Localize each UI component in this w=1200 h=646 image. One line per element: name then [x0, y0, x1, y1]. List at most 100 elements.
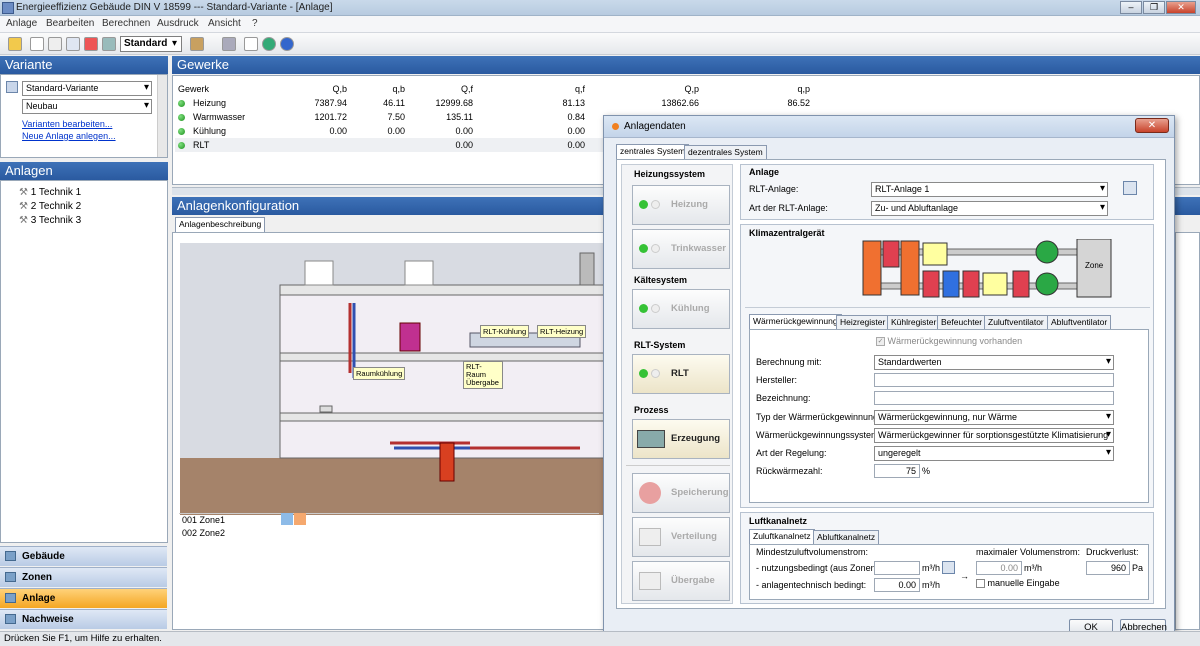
preview-icon[interactable] — [244, 37, 258, 51]
tree-item[interactable]: ⚒ 3 Technik 3 — [19, 215, 81, 226]
label-rlt-kuehlung[interactable]: RLT-Kühlung — [480, 325, 530, 338]
bezeichnung-field[interactable] — [874, 391, 1114, 405]
menu-ansicht[interactable]: Ansicht — [208, 18, 241, 29]
hersteller-field[interactable] — [874, 373, 1114, 387]
tab-dezentrales-system[interactable]: dezentrales System — [684, 145, 767, 159]
zone-row[interactable]: 002 Zone2 — [179, 527, 599, 539]
bezeichnung-label: Bezeichnung: — [756, 393, 811, 403]
heizung-button[interactable]: Heizung — [632, 185, 730, 225]
tree-item[interactable]: ⚒ 2 Technik 2 — [19, 201, 81, 212]
chevron-down-icon[interactable]: ▾ — [172, 38, 177, 49]
tab-befeuchter[interactable]: Befeuchter — [937, 315, 987, 329]
close-icon[interactable]: ✕ — [1135, 118, 1169, 133]
trinkwasser-button[interactable]: Trinkwasser — [632, 229, 730, 269]
speicherung-button[interactable]: Speicherung — [632, 473, 730, 513]
properties-icon[interactable] — [102, 37, 116, 51]
settings-icon[interactable] — [190, 37, 204, 51]
gebaeudetyp-select[interactable]: Neubau — [22, 99, 152, 114]
paste-icon[interactable] — [66, 37, 80, 51]
variante-select[interactable]: Standard-Variante — [22, 81, 152, 96]
tab-kuehlregister[interactable]: Kühlregister — [887, 315, 941, 329]
nav-nachweise[interactable]: Nachweise — [0, 609, 167, 629]
tab-zentrales-system[interactable]: zentrales System — [616, 144, 690, 159]
label-rlt-heizung[interactable]: RLT-Heizung — [537, 325, 587, 338]
copy-icon[interactable] — [48, 37, 62, 51]
rueck-field[interactable]: 75 — [874, 464, 920, 478]
neue-anlage-link[interactable]: Neue Anlage anlegen... — [22, 131, 116, 141]
typ-select[interactable]: Wärmerückgewinnung, nur Wärme — [874, 410, 1114, 425]
erzeugung-button[interactable]: Erzeugung — [632, 419, 730, 459]
art-select[interactable]: Zu- und Abluftanlage — [871, 201, 1108, 216]
table-row[interactable]: Heizung 7387.94 46.11 12999.68 81.13 13862.6… — [175, 96, 813, 110]
print-icon[interactable] — [222, 37, 236, 51]
tab-abluftkanalnetz[interactable]: Abluftkanalnetz — [813, 530, 880, 544]
zones-icon — [5, 572, 16, 582]
rlt-anlage-select[interactable]: RLT-Anlage 1 — [871, 182, 1108, 197]
max-field[interactable]: 0.00 — [976, 561, 1022, 575]
uebergabe-button[interactable]: Übergabe — [632, 561, 730, 601]
minimize-icon[interactable]: – — [1120, 1, 1142, 14]
globe-icon[interactable] — [262, 37, 276, 51]
tab-zuluftventilator[interactable]: Zuluftventilator — [984, 315, 1048, 329]
window-title: Energieeffizienz Gebäude DIN V 18599 ---… — [16, 2, 333, 13]
rueck-label: Rückwärmezahl: — [756, 466, 823, 476]
zone-row[interactable]: 001 Zone1 — [179, 513, 599, 525]
manuell-checkbox[interactable]: manuelle Eingabe — [976, 578, 1060, 589]
scrollbar[interactable] — [157, 75, 167, 157]
anl-label: - anlagentechnisch bedingt: — [756, 580, 867, 590]
tab-anlagenbeschreibung[interactable]: Anlagenbeschreibung — [175, 217, 266, 232]
label-raumkuehlung[interactable]: Raumkühlung — [353, 367, 406, 380]
dialog-title: Anlagendaten — [624, 121, 686, 132]
tree-item[interactable]: ⚒ 1 Technik 1 — [19, 187, 81, 198]
delete-icon[interactable] — [84, 37, 98, 51]
rueck-unit: % — [922, 466, 931, 476]
verteilung-button[interactable]: Verteilung — [632, 517, 730, 557]
nav-gebaeude[interactable]: Gebäude — [0, 546, 167, 566]
regelung-select[interactable]: ungeregelt — [874, 446, 1114, 461]
nav-zonen[interactable]: Zonen — [0, 567, 167, 587]
new-icon[interactable] — [30, 37, 44, 51]
menu-ausdruck[interactable]: Ausdruck — [157, 18, 199, 29]
berechnung-select[interactable]: Standardwerten — [874, 355, 1114, 370]
max-label: maximaler Volumenstrom: — [976, 547, 1081, 557]
klima-group: Klimazentralgerät Zone Wärmerückgewinnun… — [740, 224, 1154, 508]
nutz-field[interactable] — [874, 561, 920, 575]
menu-berechnen[interactable]: Berechnen — [102, 18, 150, 29]
tool-icon: ⚒ — [19, 201, 28, 212]
system-select[interactable]: Wärmerückgewinner für sorptionsgestützte… — [874, 428, 1114, 443]
zone-marker — [281, 513, 293, 525]
menu-bearbeiten[interactable]: Bearbeiten — [46, 18, 94, 29]
checkbox-icon: ✓ — [876, 337, 885, 347]
wrg-vorhanden[interactable]: ✓ Wärmerückgewinnung vorhanden — [876, 336, 1022, 347]
calc-icon[interactable] — [942, 561, 955, 574]
wrg-panel: ✓ Wärmerückgewinnung vorhanden Berechnun… — [749, 329, 1149, 503]
pipe-icon — [639, 528, 661, 546]
menu-anlage[interactable]: Anlage — [6, 18, 37, 29]
tab-zuluftkanalnetz[interactable]: Zuluftkanalnetz — [749, 529, 815, 544]
edit-icon[interactable] — [1123, 181, 1137, 195]
maximize-icon[interactable]: ❐ — [1143, 1, 1165, 14]
druck-field[interactable]: 960 — [1086, 561, 1130, 575]
tab-abluftventilator[interactable]: Abluftventilator — [1047, 315, 1112, 329]
system-column: Heizungssystem Heizung Trinkwasser Kälte… — [621, 164, 733, 604]
close-icon[interactable]: ✕ — [1166, 1, 1196, 14]
varianten-bearbeiten-link[interactable]: Varianten bearbeiten... — [22, 119, 112, 129]
label-rlt-raum[interactable]: RLT-Raum Übergabe — [463, 361, 503, 389]
rltsystem-label: RLT-System — [634, 340, 686, 350]
rlt-button[interactable]: RLT — [632, 354, 730, 394]
variante-header: Variante — [0, 56, 168, 74]
typ-label: Typ der Wärmerückgewinnung: — [756, 412, 881, 422]
app-icon — [2, 2, 14, 14]
anl-field[interactable]: 0.00 — [874, 578, 920, 592]
nav-anlage[interactable]: Anlage — [0, 588, 167, 608]
unit-label: m³/h — [922, 580, 940, 590]
tab-heizregister[interactable]: Heizregister — [836, 315, 890, 329]
help-icon[interactable] — [280, 37, 294, 51]
column-header: q,p — [797, 84, 810, 94]
tab-waermerueckgewinnung[interactable]: Wärmerückgewinnung — [749, 314, 842, 329]
kuehlung-button[interactable]: Kühlung — [632, 289, 730, 329]
open-icon[interactable] — [8, 37, 22, 51]
tool-icon: ⚒ — [19, 215, 28, 226]
menu-help[interactable]: ? — [252, 18, 258, 29]
zone-marker — [294, 513, 306, 525]
